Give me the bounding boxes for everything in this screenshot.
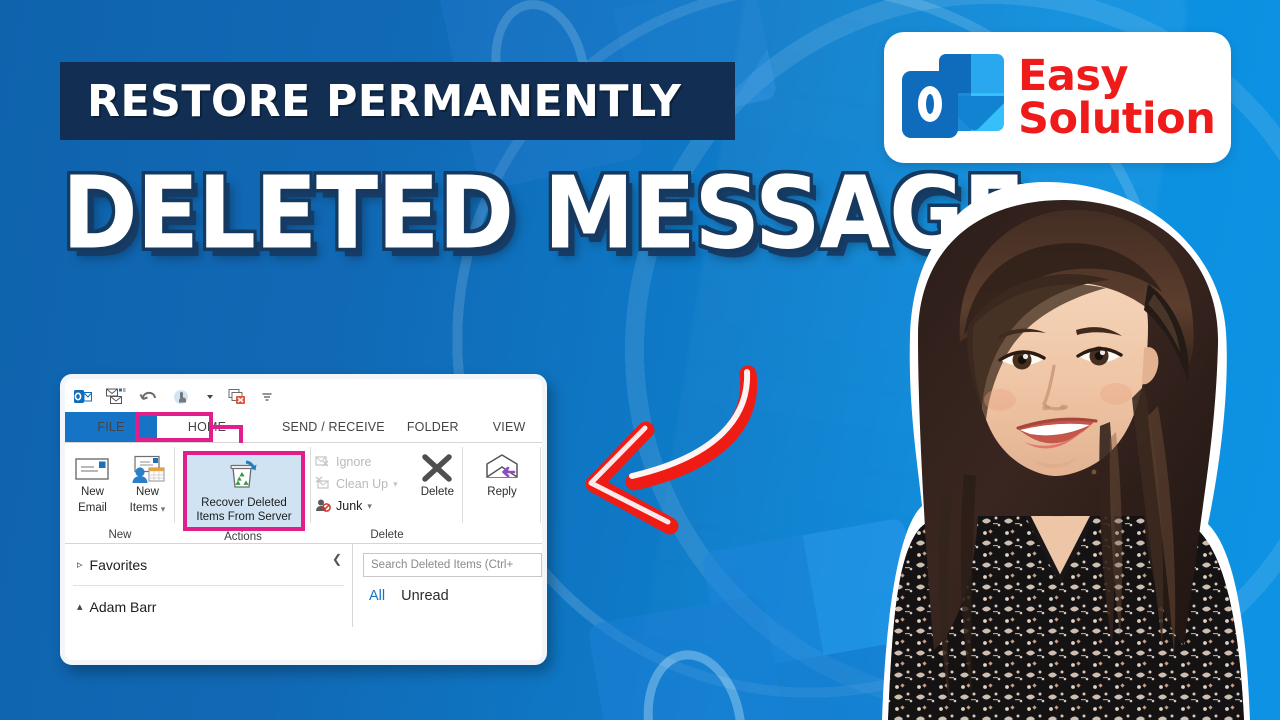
- touch-mode-icon[interactable]: [172, 388, 192, 406]
- tab-folder[interactable]: FOLDER: [396, 412, 470, 442]
- nav-item-adam-barr[interactable]: ▴ Adam Barr: [65, 586, 352, 627]
- filter-all[interactable]: All: [369, 588, 385, 604]
- ribbon-group-delete: Ignore Clean Up ▾ Junk ▾ Delete Delete: [311, 443, 463, 543]
- reply-button[interactable]: Reply: [476, 449, 528, 499]
- customize-qat-icon[interactable]: [261, 388, 273, 406]
- new-email-icon: [74, 449, 112, 483]
- brand-badge: Easy Solution: [884, 32, 1231, 163]
- ribbon-group-actions: Recover Deleted Items From Server Action…: [175, 443, 311, 543]
- message-list-pane: Search Deleted Items (Ctrl+ All Unread: [353, 544, 542, 627]
- favorites-expander-icon[interactable]: ▹: [77, 558, 83, 571]
- new-email-label-line2: Email: [78, 502, 107, 515]
- ribbon: New Email New Items ▾ New Recover Delete…: [65, 443, 542, 543]
- junk-icon: [315, 498, 331, 515]
- ribbon-group-new: New Email New Items ▾ New: [65, 443, 175, 543]
- new-email-label-line1: New: [80, 486, 104, 498]
- new-items-label-line2: Items: [129, 502, 158, 515]
- tab-file[interactable]: FILE: [65, 412, 157, 442]
- filter-unread[interactable]: Unread: [401, 588, 449, 604]
- new-items-icon: [129, 449, 167, 483]
- brand-badge-text: Easy Solution: [1018, 50, 1216, 144]
- send-receive-all-icon[interactable]: [106, 388, 126, 406]
- headline-banner: RESTORE PERMANENTLY: [60, 62, 735, 140]
- ignore-label: Ignore: [336, 455, 372, 469]
- clean-up-icon: [315, 475, 331, 493]
- search-placeholder: Search Deleted Items (Ctrl+: [371, 559, 514, 571]
- ribbon-tab-row: FILE HOME SEND / RECEIVE FOLDER VIEW: [65, 412, 542, 457]
- outlook-lower-panes: ❮ ▹ Favorites ▴ Adam Barr Search Deleted…: [65, 543, 542, 627]
- new-items-button[interactable]: New Items ▾: [122, 449, 174, 515]
- clean-up-caret-icon[interactable]: ▾: [393, 479, 398, 490]
- adam-barr-expander-icon[interactable]: ▴: [77, 600, 83, 613]
- favorites-label: Favorites: [89, 556, 148, 573]
- new-items-caret-icon[interactable]: ▾: [161, 504, 166, 514]
- tab-view[interactable]: VIEW: [482, 412, 537, 442]
- tab-send-receive[interactable]: SEND / RECEIVE: [271, 412, 396, 442]
- new-items-label-line1: New: [135, 486, 159, 498]
- recover-deleted-items-label: Recover Deleted Items From Server: [196, 497, 292, 524]
- reply-icon: [484, 449, 520, 483]
- outlook-screenshot-panel: FILE HOME SEND / RECEIVE FOLDER VIEW New…: [60, 374, 547, 665]
- nav-item-favorites[interactable]: ▹ Favorites: [65, 544, 352, 585]
- curved-left-arrow-icon: [585, 365, 758, 535]
- adam-barr-label: Adam Barr: [89, 598, 157, 615]
- search-input[interactable]: Search Deleted Items (Ctrl+: [363, 553, 542, 577]
- junk-button[interactable]: Junk ▾: [311, 495, 402, 517]
- delete-button[interactable]: Delete: [412, 449, 463, 499]
- ribbon-group-label-new: New: [108, 528, 132, 541]
- headline-banner-text: RESTORE PERMANENTLY: [87, 75, 682, 127]
- brand-badge-line2: Solution: [1018, 93, 1216, 144]
- ribbon-group-label-delete: Delete: [370, 528, 404, 541]
- delete-label: Delete: [420, 486, 454, 498]
- ignore-button[interactable]: Ignore: [311, 451, 402, 473]
- junk-label: Junk: [336, 499, 363, 513]
- collapse-chevron-icon[interactable]: ❮: [332, 552, 342, 566]
- junk-caret-icon[interactable]: ▾: [367, 501, 372, 512]
- recover-deleted-items-icon: [224, 459, 264, 494]
- touch-mode-dropdown-icon[interactable]: [205, 388, 215, 406]
- outlook-logo-icon: [902, 50, 1004, 146]
- recover-deleted-items-button[interactable]: Recover Deleted Items From Server: [183, 451, 305, 531]
- clean-up-button[interactable]: Clean Up ▾: [311, 473, 402, 495]
- new-email-button[interactable]: New Email: [67, 449, 119, 515]
- headline-main: DELETED MESSAGE: [62, 160, 1025, 268]
- reply-label: Reply: [487, 486, 517, 498]
- outlook-app-icon[interactable]: [73, 388, 93, 406]
- ignore-icon: [315, 454, 331, 471]
- undo-icon[interactable]: [139, 388, 159, 406]
- ribbon-group-label-respond: [463, 526, 541, 543]
- brand-badge-line1: Easy: [1018, 50, 1129, 101]
- ribbon-group-respond: Reply: [463, 443, 541, 543]
- quick-access-toolbar: [65, 379, 542, 412]
- message-filter-row: All Unread: [363, 577, 542, 604]
- navigation-pane: ❮ ▹ Favorites ▴ Adam Barr: [65, 544, 353, 627]
- delete-x-icon: [420, 449, 454, 483]
- delete-all-icon[interactable]: [228, 388, 248, 406]
- thumbnail-canvas: RESTORE PERMANENTLY DELETED MESSAGE Easy…: [0, 0, 1280, 720]
- presenter-photo: [882, 182, 1250, 720]
- clean-up-label: Clean Up: [336, 477, 389, 491]
- ribbon-group-label-actions: Actions: [224, 531, 262, 543]
